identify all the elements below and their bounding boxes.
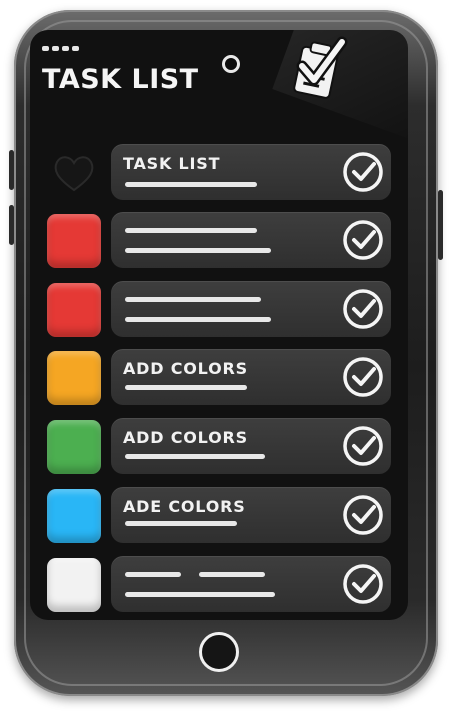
color-swatch[interactable] [47,283,101,337]
color-swatch[interactable] [47,351,101,405]
text-placeholder-line [125,317,271,322]
check-circle-icon[interactable] [341,355,385,399]
text-placeholder-line [125,182,257,187]
task-row[interactable]: ADD COLORS [47,418,391,474]
page-title: TASK LIST [42,64,199,95]
task-label: TASK LIST [123,154,221,173]
task-row[interactable]: ADD COLORS [47,349,391,405]
check-circle-icon[interactable] [341,424,385,468]
side-button-left-bottom[interactable] [9,205,14,245]
text-placeholder-line [125,297,261,302]
check-circle-icon[interactable] [341,218,385,262]
side-button-left-top[interactable] [9,150,14,190]
task-label: ADD COLORS [123,428,248,447]
task-row[interactable]: TASK LIST [47,144,391,200]
text-placeholder-line [125,385,247,390]
home-button[interactable] [199,632,239,672]
task-label: ADE COLORS [123,497,246,516]
task-bar[interactable]: ADE COLORS [111,487,391,543]
task-row[interactable] [47,556,391,612]
color-swatch[interactable] [47,489,101,543]
text-placeholder-line [125,248,271,253]
text-placeholder-line [125,521,237,526]
front-camera [222,55,240,73]
text-placeholder-line [125,454,265,459]
text-placeholder-line [199,572,265,577]
text-placeholder-line [125,572,181,577]
side-button-right[interactable] [438,190,443,260]
color-swatch[interactable] [47,146,101,200]
check-circle-icon[interactable] [341,562,385,606]
clipboard-check-icon [293,36,348,99]
text-placeholder-line [125,592,275,597]
task-bar[interactable]: ADD COLORS [111,418,391,474]
heart-outline-icon [54,156,94,192]
task-bar[interactable] [111,281,391,337]
task-label: ADD COLORS [123,359,248,378]
color-swatch[interactable] [47,558,101,612]
text-placeholder-line [125,228,257,233]
task-bar[interactable] [111,556,391,612]
task-row[interactable] [47,281,391,337]
check-circle-icon[interactable] [341,150,385,194]
color-swatch[interactable] [47,420,101,474]
task-row[interactable]: ADE COLORS [47,487,391,543]
status-indicator [42,46,79,51]
task-bar[interactable] [111,212,391,268]
task-row[interactable] [47,212,391,268]
task-bar[interactable]: ADD COLORS [111,349,391,405]
task-bar[interactable]: TASK LIST [111,144,391,200]
check-circle-icon[interactable] [341,493,385,537]
color-swatch[interactable] [47,214,101,268]
check-circle-icon[interactable] [341,287,385,331]
